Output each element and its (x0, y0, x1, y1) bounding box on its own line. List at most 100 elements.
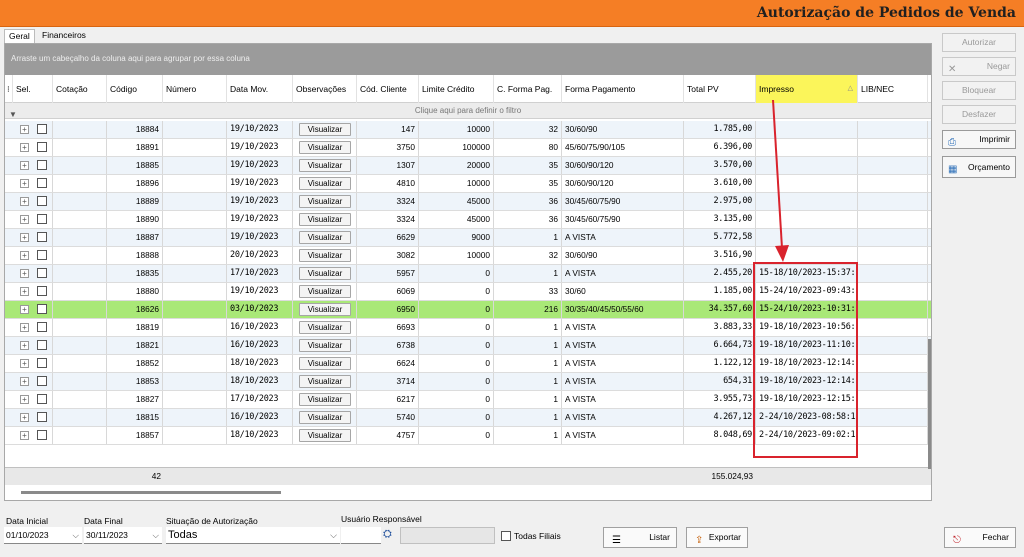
vertical-scrollbar[interactable] (928, 339, 931, 469)
column-header-cod[interactable]: Código (107, 75, 163, 103)
tab-geral[interactable]: Geral (4, 29, 35, 43)
expand-icon[interactable]: + (20, 269, 29, 278)
row-checkbox[interactable] (37, 232, 47, 242)
visualizar-button[interactable]: Visualizar (299, 249, 351, 262)
chevron-down-icon[interactable]: ⌵ (153, 527, 159, 543)
column-header-tot[interactable]: Total PV (684, 75, 756, 103)
row-checkbox[interactable] (37, 286, 47, 296)
expand-icon[interactable]: + (20, 287, 29, 296)
expand-icon[interactable]: + (20, 143, 29, 152)
expand-icon[interactable]: + (20, 323, 29, 332)
fechar-button[interactable]: ⎋ Fechar (944, 527, 1016, 548)
row-checkbox[interactable] (37, 412, 47, 422)
table-row[interactable]: +18887 19/10/2023 Visualizar 6629 9000 1 A VIS… (5, 229, 931, 247)
side-button-bloquear[interactable]: Bloquear (942, 81, 1016, 100)
expand-icon[interactable]: + (20, 377, 29, 386)
row-checkbox[interactable] (37, 178, 47, 188)
table-row[interactable]: +18896 19/10/2023 Visualizar 4810 10000 35 30/… (5, 175, 931, 193)
filter-row[interactable]: ▼ Clique aqui para definir o filtro (5, 103, 931, 119)
visualizar-button[interactable]: Visualizar (299, 267, 351, 280)
exportar-button[interactable]: ⇪ Exportar (686, 527, 748, 548)
expand-icon[interactable]: + (20, 233, 29, 242)
side-button-negar[interactable]: ✕ Negar (942, 57, 1016, 76)
expand-icon[interactable]: + (20, 197, 29, 206)
column-header-cot[interactable]: Cotação (53, 75, 107, 103)
row-checkbox[interactable] (37, 358, 47, 368)
column-header-imp[interactable]: Impresso △ (756, 75, 858, 103)
expand-icon[interactable]: + (20, 359, 29, 368)
column-header-cf[interactable]: C. Forma Pag. (494, 75, 562, 103)
table-row[interactable]: +18853 18/10/2023 Visualizar 3714 0 1 A VISTA 6… (5, 373, 931, 391)
chevron-down-icon[interactable]: ⌵ (73, 527, 79, 543)
row-checkbox[interactable] (37, 124, 47, 134)
table-row[interactable]: +18890 19/10/2023 Visualizar 3324 45000 36 30/… (5, 211, 931, 229)
row-checkbox[interactable] (37, 340, 47, 350)
row-checkbox[interactable] (37, 322, 47, 332)
visualizar-button[interactable]: Visualizar (299, 123, 351, 136)
visualizar-button[interactable]: Visualizar (299, 357, 351, 370)
group-by-panel[interactable]: Arraste um cabeçalho da coluna aqui para… (5, 44, 931, 75)
row-checkbox[interactable] (37, 250, 47, 260)
table-row[interactable]: +18821 16/10/2023 Visualizar 6738 0 1 A VISTA 6… (5, 337, 931, 355)
listar-button[interactable]: ☰ Listar (603, 527, 677, 548)
visualizar-button[interactable]: Visualizar (299, 231, 351, 244)
table-row[interactable]: +18891 19/10/2023 Visualizar 3750 100000 80 45… (5, 139, 931, 157)
expand-icon[interactable]: + (20, 341, 29, 350)
side-button-desfazer[interactable]: Desfazer (942, 105, 1016, 124)
table-row[interactable]: +18884 19/10/2023 Visualizar 147 10000 32 30/6… (5, 121, 931, 139)
horizontal-scrollbar[interactable] (21, 491, 281, 494)
row-checkbox[interactable] (37, 430, 47, 440)
usuario-code-field[interactable] (341, 527, 381, 544)
column-header-lim[interactable]: Limite Crédito (419, 75, 494, 103)
table-row[interactable]: +18857 18/10/2023 Visualizar 4757 0 1 A VISTA 8… (5, 427, 931, 445)
situacao-select[interactable]: Todas ⌵ (166, 527, 340, 544)
column-header-num[interactable]: Número (163, 75, 227, 103)
side-button-autorizar[interactable]: Autorizar (942, 33, 1016, 52)
table-row[interactable]: +18880 19/10/2023 Visualizar 6069 0 33 30/60 1.… (5, 283, 931, 301)
side-button-oramento[interactable]: ▦ Orçamento (942, 156, 1016, 178)
side-button-imprimir[interactable]: ⎙ Imprimir (942, 130, 1016, 149)
visualizar-button[interactable]: Visualizar (299, 339, 351, 352)
table-row[interactable]: +18626 03/10/2023 Visualizar 6950 0 216 30/35/… (5, 301, 931, 319)
visualizar-button[interactable]: Visualizar (299, 195, 351, 208)
table-row[interactable]: +18819 16/10/2023 Visualizar 6693 0 1 A VISTA 3… (5, 319, 931, 337)
expand-icon[interactable]: + (20, 161, 29, 170)
table-row[interactable]: +18835 17/10/2023 Visualizar 5957 0 1 A VISTA 2… (5, 265, 931, 283)
row-checkbox[interactable] (37, 304, 47, 314)
row-checkbox[interactable] (37, 214, 47, 224)
row-checkbox[interactable] (37, 376, 47, 386)
row-checkbox[interactable] (37, 268, 47, 278)
tab-financeiros[interactable]: Financeiros (38, 29, 90, 41)
visualizar-button[interactable]: Visualizar (299, 429, 351, 442)
data-inicial-field[interactable]: 01/10/2023 ⌵ (4, 527, 82, 544)
expand-icon[interactable]: + (20, 305, 29, 314)
column-header-lib[interactable]: LIB/NEC (858, 75, 928, 103)
expand-icon[interactable]: + (20, 413, 29, 422)
data-final-field[interactable]: 30/11/2023 ⌵ (84, 527, 162, 544)
table-row[interactable]: +18888 20/10/2023 Visualizar 3082 10000 32 30/… (5, 247, 931, 265)
todas-filiais-checkbox[interactable] (501, 531, 511, 541)
table-row[interactable]: +18885 19/10/2023 Visualizar 1307 20000 35 30/… (5, 157, 931, 175)
table-row[interactable]: +18889 19/10/2023 Visualizar 3324 45000 36 30/… (5, 193, 931, 211)
table-row[interactable]: +18827 17/10/2023 Visualizar 6217 0 1 A VISTA 3… (5, 391, 931, 409)
row-checkbox[interactable] (37, 394, 47, 404)
visualizar-button[interactable]: Visualizar (299, 375, 351, 388)
column-header-forma[interactable]: Forma Pagamento (562, 75, 684, 103)
visualizar-button[interactable]: Visualizar (299, 411, 351, 424)
visualizar-button[interactable]: Visualizar (299, 321, 351, 334)
chevron-down-icon[interactable]: ⌵ (330, 527, 337, 543)
column-header-sel[interactable]: Sel. (13, 75, 53, 103)
column-header-data[interactable]: Data Mov. (227, 75, 293, 103)
binoculars-icon[interactable]: ⛭ (383, 528, 392, 541)
visualizar-button[interactable]: Visualizar (299, 285, 351, 298)
row-checkbox[interactable] (37, 160, 47, 170)
column-header-cli[interactable]: Cód. Cliente (357, 75, 419, 103)
visualizar-button[interactable]: Visualizar (299, 393, 351, 406)
visualizar-button[interactable]: Visualizar (299, 303, 351, 316)
column-chooser-icon[interactable]: ⁝ (5, 75, 13, 103)
expand-icon[interactable]: + (20, 251, 29, 260)
expand-icon[interactable]: + (20, 125, 29, 134)
expand-icon[interactable]: + (20, 395, 29, 404)
expand-icon[interactable]: + (20, 179, 29, 188)
expand-icon[interactable]: + (20, 431, 29, 440)
